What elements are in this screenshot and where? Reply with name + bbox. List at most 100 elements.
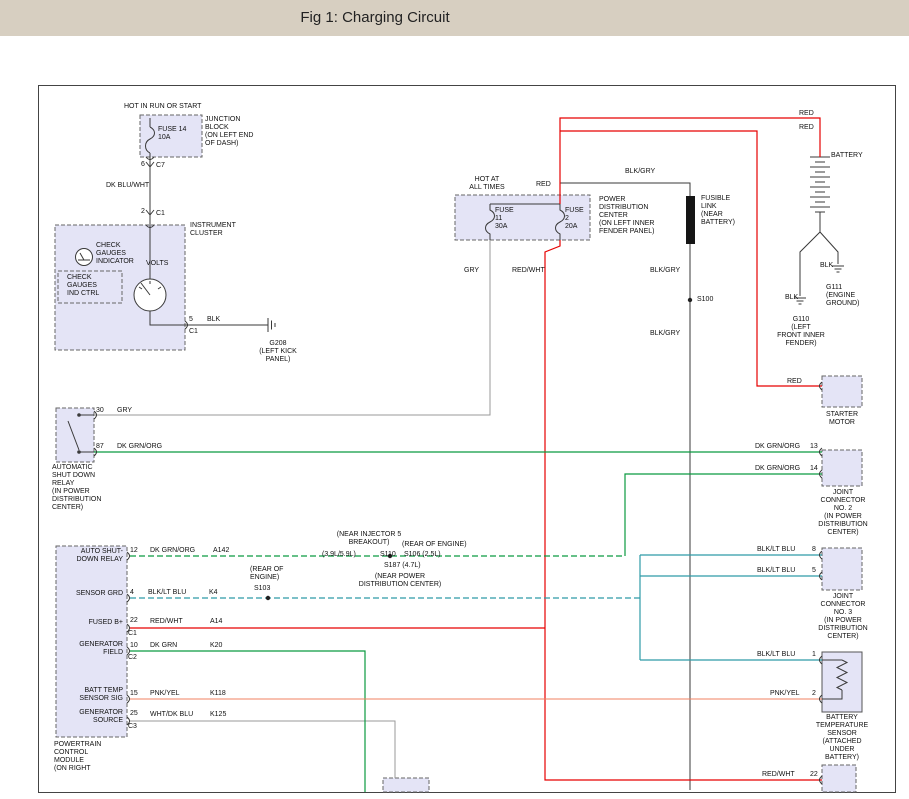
wire-label-blk-g111: BLK bbox=[820, 262, 833, 270]
pin-22: 22 bbox=[130, 617, 138, 625]
generator-box-cutoff bbox=[383, 778, 429, 792]
splice-label-s103: S103 bbox=[254, 585, 270, 593]
wire-label-dk-grn-org-13: DK GRN/ORG bbox=[755, 443, 800, 451]
splice-label-s106: S106 (2.5L) bbox=[404, 551, 441, 559]
starter-motor-label: STARTER MOTOR bbox=[826, 411, 858, 427]
instrument-cluster-label: INSTRUMENT CLUSTER bbox=[190, 222, 236, 238]
battery-temp-sensor-label: BATTERY TEMPERATURE SENSOR (ATTACHED UND… bbox=[816, 714, 868, 762]
wire-label-red-1: RED bbox=[799, 110, 814, 118]
connector-c1-pcm: C1 bbox=[128, 630, 137, 638]
wire-label-blk-gry-top: BLK/GRY bbox=[625, 168, 655, 176]
pcm-asd-relay-label: AUTO SHUT- DOWN RELAY bbox=[76, 548, 123, 564]
wire-label-red-wht: RED/WHT bbox=[512, 267, 545, 275]
fuse2-label: FUSE 2 20A bbox=[565, 207, 584, 231]
check-gauges-indicator-label: CHECK GAUGES INDICATOR bbox=[96, 242, 134, 266]
pin-5: 5 bbox=[189, 316, 193, 324]
engine-39-59-label: (3.9L/5.9L) bbox=[322, 551, 356, 559]
connector-c7: C7 bbox=[156, 162, 165, 170]
check-gauges-ctrl-label: CHECK GAUGES IND CTRL bbox=[67, 274, 99, 298]
pin-15: 15 bbox=[130, 690, 138, 698]
pin-22-bottom: 22 bbox=[810, 771, 818, 779]
pin-13: 13 bbox=[810, 443, 818, 451]
pin-10: 10 bbox=[130, 642, 138, 650]
pin-8: 8 bbox=[812, 546, 816, 554]
fusible-link-bar bbox=[686, 196, 695, 244]
pin-1: 1 bbox=[812, 651, 816, 659]
ground-label-g111: G111 (ENGINE GROUND) bbox=[826, 284, 859, 308]
circuit-a142: A142 bbox=[213, 547, 229, 555]
pcm-generator-source-label: GENERATOR SOURCE bbox=[79, 709, 123, 725]
wire-label-dk-grn-k20: DK GRN bbox=[150, 642, 177, 650]
connector-c1-bottom: C1 bbox=[189, 328, 198, 336]
relay-contact-dot bbox=[77, 413, 81, 417]
circuit-k20: K20 bbox=[210, 642, 222, 650]
wire-label-blk-gry-mid: BLK/GRY bbox=[650, 267, 680, 275]
splice-dot-s100 bbox=[688, 298, 692, 302]
pin-25: 25 bbox=[130, 710, 138, 718]
asd-relay-label: AUTOMATIC SHUT DOWN RELAY (IN POWER DIST… bbox=[52, 464, 101, 512]
ground-label-g208: G208 (LEFT KICK PANEL) bbox=[259, 340, 297, 364]
wire-label-wht-dk-blu-k125: WHT/DK BLU bbox=[150, 711, 193, 719]
splice-label-s100: S100 bbox=[697, 296, 713, 304]
pin-6: 6 bbox=[141, 161, 145, 169]
splice-label-s187: S187 (4.7L) bbox=[384, 562, 421, 570]
splice-dot-s103 bbox=[266, 596, 270, 600]
wire-label-red-2: RED bbox=[799, 124, 814, 132]
battery-temp-sensor-box bbox=[822, 652, 862, 712]
pin-14: 14 bbox=[810, 465, 818, 473]
fuse14-label: FUSE 14 10A bbox=[158, 126, 186, 142]
wire-label-red-starter: RED bbox=[787, 378, 802, 386]
diagram-frame bbox=[39, 86, 896, 793]
pin-30: 30 bbox=[96, 407, 104, 415]
pin-4: 4 bbox=[130, 589, 134, 597]
wire-label-red-pdc: RED bbox=[536, 181, 551, 189]
near-injector-label: (NEAR INJECTOR 5 BREAKOUT) bbox=[337, 531, 401, 547]
wire-label-dk-grn-org-left: DK GRN/ORG bbox=[117, 443, 162, 451]
wire-label-dk-grn-org-14: DK GRN/ORG bbox=[755, 465, 800, 473]
battery-label: BATTERY bbox=[831, 152, 863, 160]
fusible-link-label: FUSIBLE LINK (NEAR BATTERY) bbox=[701, 195, 735, 227]
circuit-a14: A14 bbox=[210, 618, 222, 626]
connector-c3-pcm: C3 bbox=[128, 723, 137, 731]
pin-2: 2 bbox=[141, 208, 145, 216]
circuit-k118: K118 bbox=[210, 690, 226, 698]
volts-label: VOLTS bbox=[146, 260, 168, 268]
pin-12: 12 bbox=[130, 547, 138, 555]
wire-label-blk-lt-blu-5: BLK/LT BLU bbox=[757, 567, 795, 575]
check-gauges-indicator-icon bbox=[76, 249, 93, 266]
pin-87: 87 bbox=[96, 443, 104, 451]
joint-connector-3-box bbox=[822, 548, 862, 590]
starter-motor-box bbox=[822, 376, 862, 407]
ground-label-g110: G110 (LEFT FRONT INNER FENDER) bbox=[777, 316, 825, 348]
connector-c1-top: C1 bbox=[156, 210, 165, 218]
wire-label-pnk-yel-2: PNK/YEL bbox=[770, 690, 800, 698]
pcm-batt-temp-label: BATT TEMP SENSOR SIG bbox=[79, 687, 123, 703]
relay-contact-dot bbox=[77, 450, 81, 454]
joint-connector-2-label: JOINT CONNECTOR NO. 2 (IN POWER DISTRIBU… bbox=[818, 489, 867, 537]
asd-relay-box bbox=[56, 408, 94, 462]
hot-in-run-label: HOT IN RUN OR START bbox=[124, 103, 201, 111]
rear-of-engine-label-2: (REAR OF ENGINE) bbox=[250, 566, 283, 582]
pcm-label: POWERTRAIN CONTROL MODULE (ON RIGHT bbox=[54, 741, 101, 773]
wire-label-gry-relay: GRY bbox=[117, 407, 132, 415]
connector-c2-pcm: C2 bbox=[128, 654, 137, 662]
pin-5-jc3: 5 bbox=[812, 567, 816, 575]
wire-label-blk-lt-blu-8: BLK/LT BLU bbox=[757, 546, 795, 554]
wire-label-blk-lt-blu-k4: BLK/LT BLU bbox=[148, 589, 186, 597]
fuse11-label: FUSE 11 30A bbox=[495, 207, 514, 231]
pcm-sensor-grd-label: SENSOR GRD bbox=[76, 590, 123, 598]
wire-label-blk-g110: BLK bbox=[785, 294, 798, 302]
hot-at-all-times-label: HOT AT ALL TIMES bbox=[469, 176, 504, 192]
pin-2-bts: 2 bbox=[812, 690, 816, 698]
joint-connector-3-label: JOINT CONNECTOR NO. 3 (IN POWER DISTRIBU… bbox=[818, 593, 867, 641]
pcm-fused-b-label: FUSED B+ bbox=[89, 619, 123, 627]
joint-connector-2-box bbox=[822, 450, 862, 486]
wire-label-gry: GRY bbox=[464, 267, 479, 275]
bottom-right-connector-box bbox=[822, 765, 856, 792]
wire-label-dk-blu-wht: DK BLU/WHT bbox=[106, 182, 149, 190]
pcm-generator-field-label: GENERATOR FIELD bbox=[79, 641, 123, 657]
splice-label-s110: S110 bbox=[380, 551, 396, 559]
wiring-diagram-canvas bbox=[0, 0, 909, 799]
wire-label-blk-gry-low: BLK/GRY bbox=[650, 330, 680, 338]
wire-label-pnk-yel-k118: PNK/YEL bbox=[150, 690, 180, 698]
